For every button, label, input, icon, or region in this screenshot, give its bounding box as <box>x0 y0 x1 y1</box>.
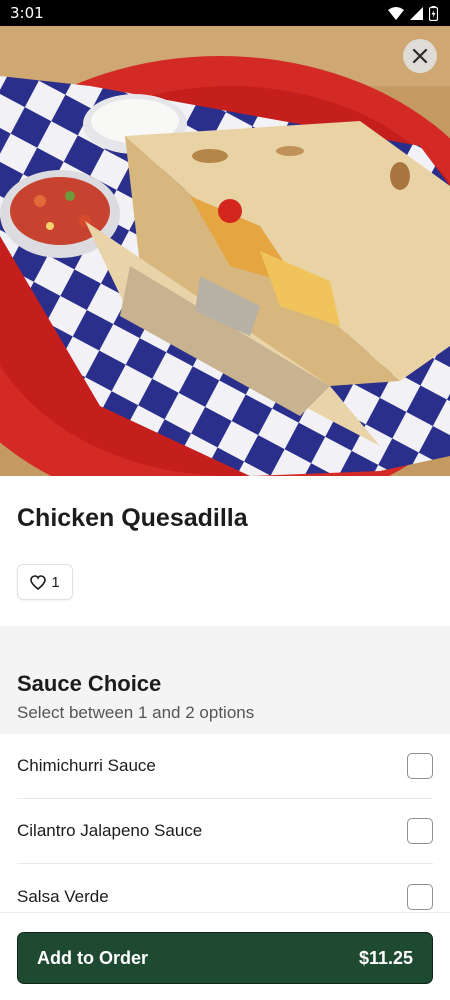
signal-icon <box>410 6 423 20</box>
option-checkbox[interactable] <box>407 818 433 844</box>
option-cilantro-jalapeno-sauce[interactable]: Cilantro Jalapeno Sauce <box>17 799 433 864</box>
option-group-subtitle: Select between 1 and 2 options <box>17 703 255 722</box>
item-title: Chicken Quesadilla <box>17 504 248 532</box>
bottom-bar: Add to Order $11.25 <box>0 912 450 1000</box>
option-label: Chimichurri Sauce <box>17 756 156 775</box>
status-bar: 3:01 <box>0 0 450 26</box>
option-list: Chimichurri Sauce Cilantro Jalapeno Sauc… <box>0 734 450 929</box>
add-to-order-button[interactable]: Add to Order $11.25 <box>17 932 433 984</box>
wifi-icon <box>388 6 404 20</box>
add-to-order-label: Add to Order <box>37 947 148 968</box>
close-icon <box>412 48 428 64</box>
item-header: Chicken Quesadilla 1 <box>0 476 450 626</box>
like-count: 1 <box>51 573 60 591</box>
option-label: Cilantro Jalapeno Sauce <box>17 821 203 840</box>
order-price: $11.25 <box>358 947 413 968</box>
battery-icon <box>429 5 438 21</box>
quesadilla-image <box>0 26 450 476</box>
option-chimichurri-sauce[interactable]: Chimichurri Sauce <box>17 734 433 799</box>
option-group-header: Sauce Choice Select between 1 and 2 opti… <box>0 626 450 734</box>
option-label: Salsa Verde <box>17 886 109 906</box>
status-icons <box>388 5 438 21</box>
option-group-title: Sauce Choice <box>17 671 162 696</box>
item-photo <box>0 26 450 476</box>
heart-icon <box>30 574 47 590</box>
option-checkbox[interactable] <box>407 753 433 779</box>
option-checkbox[interactable] <box>407 883 433 910</box>
close-button[interactable] <box>403 39 437 73</box>
like-button[interactable]: 1 <box>17 564 73 600</box>
status-time: 3:01 <box>10 4 44 22</box>
